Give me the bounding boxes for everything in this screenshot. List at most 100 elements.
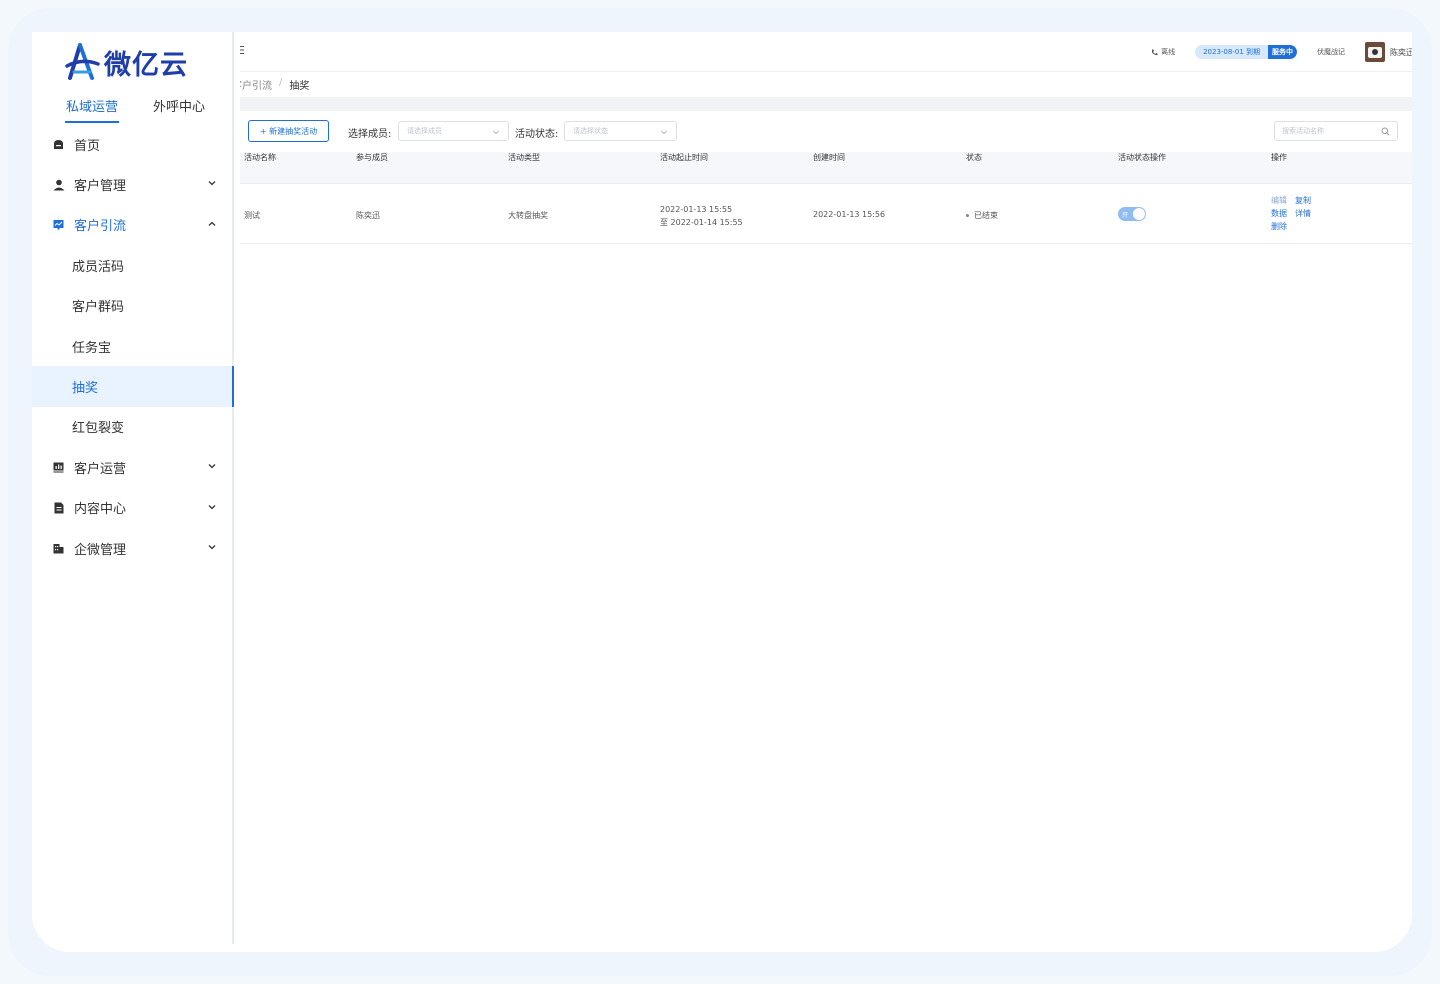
sidebar-item-label: 红包裂变 — [72, 421, 125, 437]
cell-status: 已结束 — [966, 210, 998, 221]
sidebar-nav: 首页 客户管理 客户引流 成员活码 客户群码 任务宝 抽奖 红包裂变 客户运营 … — [32, 124, 234, 568]
main-content: 离线 2023-08-01 到期 服务中 伏魔战记 陈奕迅 客户引流 / 抽奖 … — [240, 32, 1412, 952]
sidebar-item-label: 内容中心 — [74, 502, 127, 518]
sidebar-item-label: 客户管理 — [74, 179, 127, 195]
breadcrumb-separator: / — [279, 77, 283, 88]
sidebar-item-member-qr[interactable]: 成员活码 — [32, 245, 232, 285]
data-link[interactable]: 数据 — [1271, 209, 1287, 218]
sidebar-item-label: 成员活码 — [72, 259, 125, 275]
sidebar-item-home[interactable]: 首页 — [32, 124, 232, 164]
header-members: 参与成员 — [356, 153, 388, 162]
header-period: 活动起止时间 — [660, 153, 708, 162]
phone-status[interactable]: 离线 — [1151, 47, 1175, 57]
breadcrumb-parent[interactable]: 客户引流 — [240, 77, 272, 92]
tab-private-domain[interactable]: 私域运营 — [64, 96, 120, 123]
table-row: 测试 陈奕迅 大转盘抽奖 2022-01-13 15:55 至 2022-01-… — [240, 184, 1412, 244]
chevron-up-icon — [208, 221, 216, 226]
expire-date: 2023-08-01 到期 — [1203, 48, 1260, 56]
breadcrumb-current: 抽奖 — [289, 80, 310, 92]
document-icon — [52, 501, 65, 514]
chevron-down-icon — [208, 464, 216, 469]
search-placeholder: 搜索活动名称 — [1282, 127, 1324, 135]
chevron-down-icon — [208, 544, 216, 550]
top-bar: 离线 2023-08-01 到期 服务中 伏魔战记 陈奕迅 — [240, 32, 1412, 72]
org-name[interactable]: 伏魔战记 — [1317, 47, 1345, 57]
brand-name: 微亿云 — [104, 49, 188, 81]
delete-link[interactable]: 删除 — [1271, 222, 1287, 231]
sidebar-item-label: 客户引流 — [74, 219, 127, 235]
section-divider — [240, 97, 1412, 111]
status-select[interactable]: 请选择状态 — [564, 121, 677, 141]
phone-icon — [1152, 49, 1158, 55]
status-select-placeholder: 请选择状态 — [573, 127, 608, 135]
cell-created: 2022-01-13 15:56 — [813, 210, 886, 219]
new-lottery-button[interactable]: + 新建抽奖活动 — [248, 120, 329, 142]
lottery-table: 活动名称 参与成员 活动类型 活动起止时间 创建时间 状态 活动状态操作 操作 … — [240, 152, 1412, 244]
header-activity-type: 活动类型 — [508, 153, 540, 162]
phone-status-label: 离线 — [1161, 48, 1176, 56]
sidebar-item-group-qr[interactable]: 客户群码 — [32, 286, 232, 326]
sidebar-item-label: 客户运营 — [74, 461, 127, 477]
top-tabs: 私域运营 外呼中心 — [32, 94, 232, 124]
cell-activity-type: 大转盘抽奖 — [508, 211, 548, 220]
edit-link[interactable]: 编辑 — [1271, 196, 1287, 205]
cell-period-start: 2022-01-13 15:55 — [660, 205, 733, 214]
member-filter-label: 选择成员: — [348, 129, 392, 140]
row-operations: 编辑 复制 数据 详情 删除 — [1271, 194, 1319, 233]
sidebar: 微亿云 私域运营 外呼中心 首页 客户管理 客户引流 成员活码 客户群码 任务宝… — [32, 32, 234, 944]
brand-logo: 微亿云 — [64, 42, 188, 82]
top-bar-right: 离线 2023-08-01 到期 服务中 伏魔战记 陈奕迅 — [1151, 32, 1412, 72]
tab-outbound-call[interactable]: 外呼中心 — [153, 96, 205, 115]
sidebar-item-label: 客户群码 — [72, 300, 125, 316]
activity-status-toggle[interactable]: 开 — [1118, 207, 1146, 221]
subscription-badge[interactable]: 2023-08-01 到期 服务中 — [1195, 45, 1297, 59]
status-text: 已结束 — [974, 211, 998, 220]
toggle-label: 开 — [1122, 212, 1129, 219]
cell-period: 2022-01-13 15:55 至 2022-01-14 15:55 — [660, 203, 743, 229]
sidebar-item-label: 首页 — [74, 138, 101, 154]
chevron-down-icon — [208, 504, 216, 509]
sidebar-item-customer-operations[interactable]: 客户运营 — [32, 447, 232, 487]
sidebar-item-lottery[interactable]: 抽奖 — [32, 366, 234, 408]
breadcrumb: 客户引流 / 抽奖 — [240, 77, 440, 91]
header-created: 创建时间 — [813, 153, 845, 162]
cell-period-end: 至 2022-01-14 15:55 — [660, 218, 743, 227]
sidebar-item-customer-management[interactable]: 客户管理 — [32, 164, 232, 204]
detail-link[interactable]: 详情 — [1295, 209, 1311, 218]
header-status: 状态 — [966, 153, 982, 162]
sidebar-item-wecom-management[interactable]: 企微管理 — [32, 528, 232, 568]
table-header: 活动名称 参与成员 活动类型 活动起止时间 创建时间 状态 活动状态操作 操作 — [240, 152, 1412, 184]
chart-icon — [52, 218, 65, 231]
search-icon — [1381, 127, 1390, 136]
header-operations: 操作 — [1271, 153, 1287, 162]
header-activity-name: 活动名称 — [244, 153, 276, 162]
sidebar-item-content-center[interactable]: 内容中心 — [32, 488, 232, 528]
toggle-knob — [1133, 208, 1145, 220]
sidebar-item-label: 企微管理 — [74, 542, 127, 558]
brand-logo-icon — [65, 43, 100, 80]
user-icon — [52, 178, 65, 191]
chevron-down-icon — [493, 130, 499, 135]
chevron-down-icon — [661, 130, 667, 135]
building-icon — [52, 542, 65, 555]
cell-activity-name: 测试 — [244, 211, 260, 220]
dashboard-icon — [52, 461, 65, 474]
sidebar-item-customer-traffic[interactable]: 客户引流 — [32, 205, 232, 245]
copy-link[interactable]: 复制 — [1295, 196, 1311, 205]
sidebar-item-label: 抽奖 — [72, 381, 99, 397]
home-icon — [52, 138, 65, 151]
search-input[interactable]: 搜索活动名称 — [1274, 121, 1398, 141]
username[interactable]: 陈奕迅 — [1390, 47, 1412, 58]
member-select-placeholder: 请选择成员 — [407, 127, 442, 135]
status-dot — [966, 214, 969, 217]
sidebar-item-task[interactable]: 任务宝 — [32, 326, 232, 366]
status-filter-label: 活动状态: — [515, 129, 559, 140]
header-status-operation: 活动状态操作 — [1118, 153, 1166, 162]
chevron-down-icon — [208, 181, 216, 186]
cell-members: 陈奕迅 — [356, 211, 380, 220]
filter-toolbar: + 新建抽奖活动 选择成员: 请选择成员 活动状态: 请选择状态 搜索活动名称 — [240, 120, 1412, 142]
menu-toggle-icon[interactable] — [240, 45, 250, 55]
sidebar-item-red-packet[interactable]: 红包裂变 — [32, 407, 232, 447]
member-select[interactable]: 请选择成员 — [398, 121, 509, 141]
avatar[interactable] — [1365, 42, 1385, 62]
